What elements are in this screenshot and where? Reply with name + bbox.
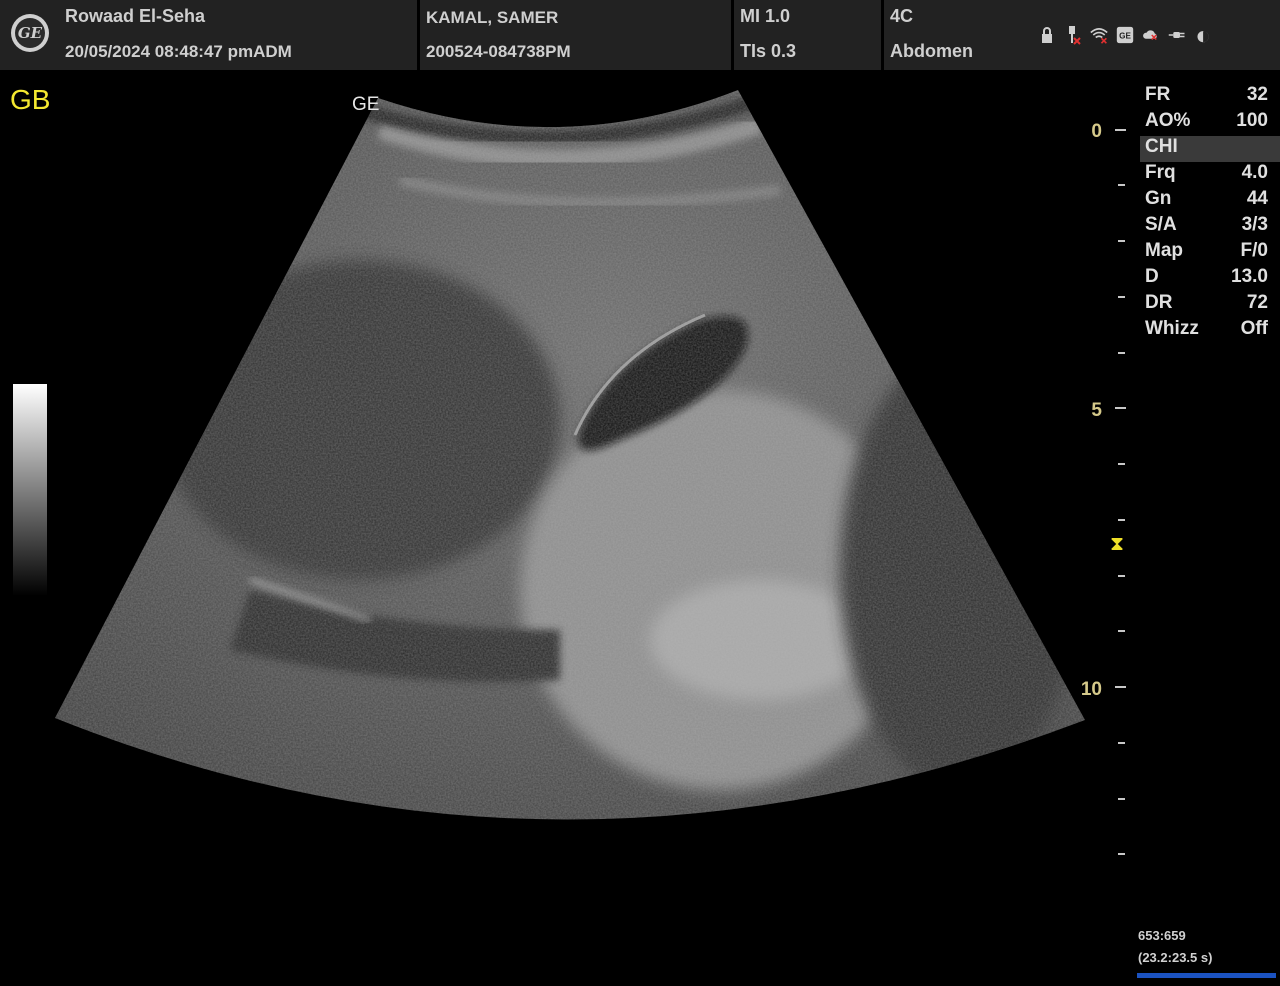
depth-tick: [1118, 519, 1125, 521]
param-row-chi: CHI: [1140, 136, 1280, 162]
param-row-frq: Frq 4.0: [1140, 162, 1280, 188]
depth-tick: [1118, 240, 1125, 242]
param-key: AO%: [1145, 110, 1191, 131]
depth-label-5: 5: [1091, 400, 1102, 421]
depth-label-10: 10: [1080, 679, 1102, 700]
probe-orientation-marker: GE: [352, 94, 380, 115]
ultrasound-image: [55, 90, 1085, 820]
cloud-disconnected-icon: [1142, 24, 1160, 46]
depth-tick: [1118, 630, 1125, 632]
param-value: F/0: [1240, 240, 1268, 261]
usb-disconnected-icon: [1064, 24, 1082, 46]
param-value: 100: [1236, 110, 1268, 131]
operator-text: ADM: [253, 42, 292, 61]
cine-progress-bar[interactable]: [1137, 973, 1276, 978]
ge-service-icon: GE: [1116, 24, 1134, 46]
param-value: Off: [1240, 318, 1268, 339]
status-icons: GE ◐: [1038, 19, 1212, 50]
thermal-index: TIs 0.3: [740, 41, 797, 61]
ge-logo: GE: [11, 14, 49, 52]
param-row-fr: FR 32: [1140, 84, 1280, 110]
param-key: DR: [1145, 292, 1173, 313]
cine-time: (23.2:23.5 s): [1138, 950, 1213, 965]
depth-tick: [1118, 463, 1125, 465]
depth-tick: [1118, 296, 1125, 298]
param-row-d: D 13.0: [1140, 266, 1280, 292]
contrast-icon: ◐: [1195, 19, 1211, 50]
sector-content: [55, 90, 1085, 820]
param-value: 13.0: [1231, 266, 1268, 287]
param-key: D: [1145, 266, 1159, 287]
grayscale-bar: [13, 384, 47, 596]
annotation-label: GB: [10, 84, 51, 115]
param-value: 44: [1246, 188, 1268, 209]
param-key: Map: [1145, 240, 1183, 261]
exam-datetime: 20/05/2024 08:48:47 pmADM: [65, 42, 292, 62]
mechanical-index: MI 1.0: [740, 6, 791, 26]
param-row-dr: DR 72: [1140, 292, 1280, 318]
param-row-sa: S/A 3/3: [1140, 214, 1280, 240]
header-bar: GE Rowaad El-Seha 20/05/2024 08:48:47 pm…: [0, 0, 1280, 70]
depth-tick: [1118, 352, 1125, 354]
depth-tick: [1118, 184, 1125, 186]
preset-name: Abdomen: [890, 41, 973, 61]
param-key: S/A: [1145, 214, 1177, 235]
depth-tick: [1115, 686, 1126, 688]
patient-name: KAMAL, SAMER: [426, 8, 559, 27]
param-row-ao: AO% 100: [1140, 110, 1280, 136]
header-patient-cell: KAMAL, SAMER 200524-084738PM: [420, 0, 734, 70]
param-row-whizz: Whizz Off: [1140, 318, 1280, 344]
depth-label-0: 0: [1091, 121, 1102, 142]
focus-marker-icon[interactable]: ⧗: [1110, 533, 1124, 556]
wifi-disconnected-icon: [1090, 24, 1108, 46]
lock-icon: [1038, 24, 1056, 46]
depth-tick: [1118, 742, 1125, 744]
depth-tick: [1118, 853, 1125, 855]
depth-tick: [1118, 798, 1125, 800]
param-key: FR: [1145, 84, 1171, 105]
depth-tick: [1118, 575, 1125, 577]
power-plug-icon: [1168, 24, 1186, 46]
depth-tick: [1115, 407, 1126, 409]
ge-logo-text: GE: [15, 18, 45, 48]
depth-tick: [1115, 129, 1126, 131]
param-value: 72: [1246, 292, 1268, 313]
cine-frame-counter: 653:659: [1138, 928, 1186, 943]
param-key: CHI: [1145, 136, 1178, 157]
header-safety-cell: MI 1.0 TIs 0.3: [734, 0, 884, 70]
ge-service-text: GE: [1119, 31, 1131, 40]
param-key: Gn: [1145, 188, 1172, 209]
param-value: 3/3: [1241, 214, 1268, 235]
param-value: 4.0: [1241, 162, 1268, 183]
header-site-cell: GE Rowaad El-Seha 20/05/2024 08:48:47 pm…: [0, 0, 420, 70]
imaging-parameters: FR 32 AO% 100 CHI Frq 4.0 Gn 44 S/A 3/3 Map F/…: [1140, 84, 1280, 344]
param-row-map: Map F/0: [1140, 240, 1280, 266]
param-key: Frq: [1145, 162, 1176, 183]
institution-name: Rowaad El-Seha: [65, 6, 206, 26]
datetime-text: 20/05/2024 08:48:47 pm: [65, 42, 254, 61]
probe-name: 4C: [890, 6, 914, 26]
param-value: 32: [1246, 84, 1268, 105]
param-row-gn: Gn 44: [1140, 188, 1280, 214]
param-key: Whizz: [1145, 318, 1199, 339]
exam-id: 200524-084738PM: [426, 42, 571, 61]
